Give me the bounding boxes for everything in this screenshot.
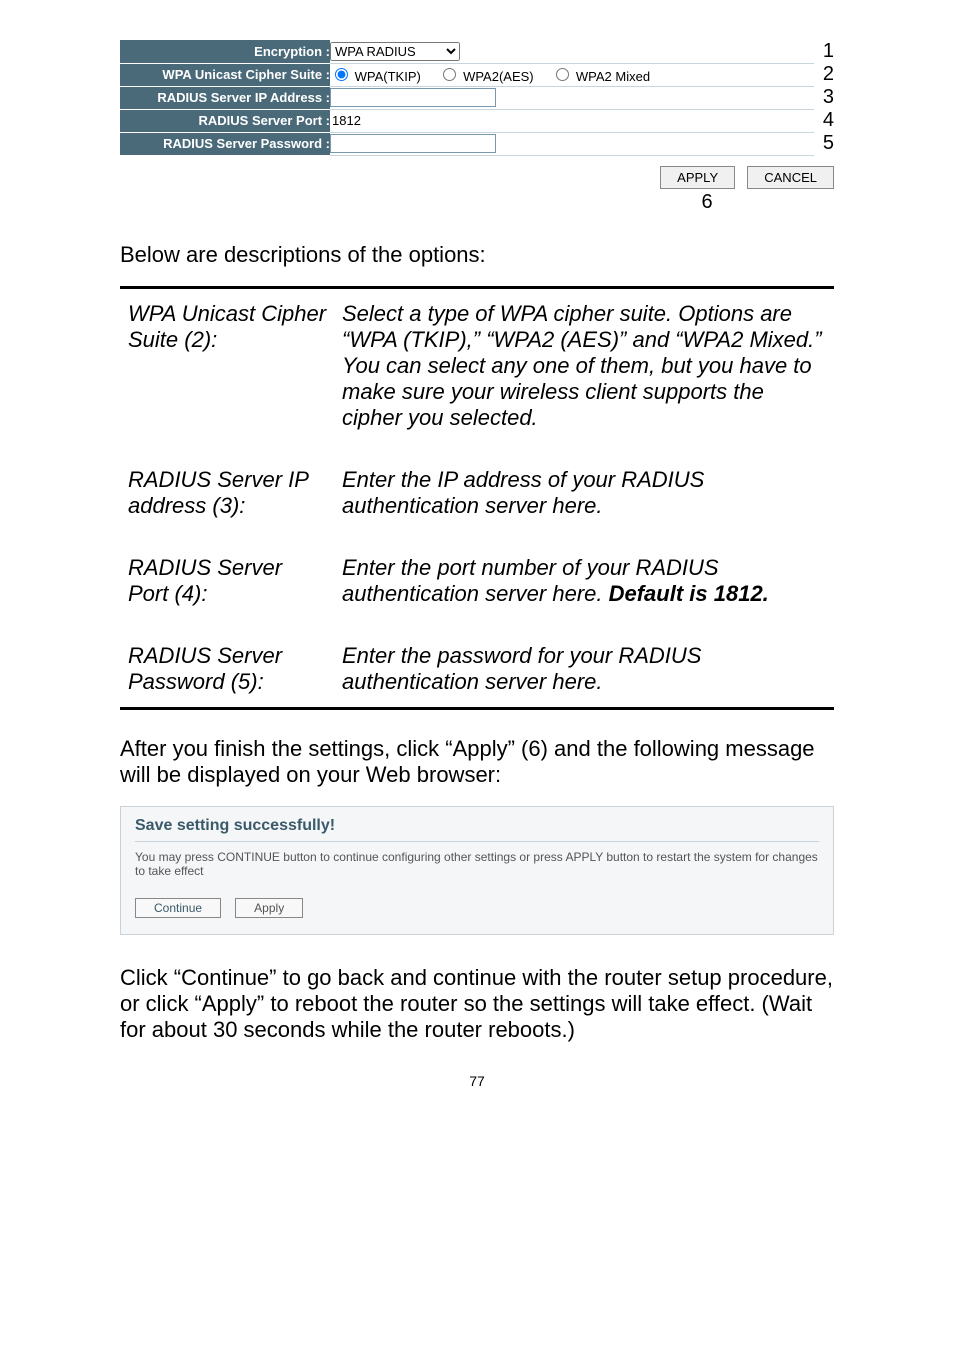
- def-term-password: RADIUS Server Password (5):: [122, 633, 334, 705]
- def-desc-password: Enter the password for your RADIUS authe…: [336, 633, 832, 705]
- cipher-tkip-input[interactable]: [335, 68, 348, 81]
- cipher-mixed-radio[interactable]: WPA2 Mixed: [551, 69, 650, 84]
- closing-text: Click “Continue” to go back and continue…: [120, 965, 834, 1043]
- cipher-label: WPA Unicast Cipher Suite :: [120, 63, 330, 86]
- cipher-mixed-input[interactable]: [556, 68, 569, 81]
- port-input[interactable]: [330, 112, 394, 129]
- save-title: Save setting successfully!: [135, 817, 819, 842]
- wpa-radius-form: Encryption : WPA RADIUS 1 WPA Unicast Ci…: [120, 40, 834, 156]
- password-label: RADIUS Server Password :: [120, 132, 330, 155]
- apply-reboot-button[interactable]: Apply: [235, 898, 303, 918]
- encryption-select[interactable]: WPA RADIUS: [330, 42, 460, 61]
- callout-4: 4: [814, 109, 834, 132]
- definitions-table: WPA Unicast Cipher Suite (2): Select a t…: [120, 286, 834, 710]
- cipher-aes-radio[interactable]: WPA2(AES): [438, 69, 533, 84]
- def-desc-cipher: Select a type of WPA cipher suite. Optio…: [336, 291, 832, 441]
- callout-6: 6: [580, 191, 834, 214]
- save-message: You may press CONTINUE button to continu…: [135, 850, 819, 878]
- callout-2: 2: [814, 63, 834, 86]
- cipher-tkip-radio[interactable]: WPA(TKIP): [330, 69, 421, 84]
- apply-button[interactable]: APPLY: [660, 166, 735, 189]
- def-term-port: RADIUS Server Port (4):: [122, 545, 334, 617]
- def-term-cipher: WPA Unicast Cipher Suite (2):: [122, 291, 334, 441]
- ip-input[interactable]: [330, 88, 496, 107]
- after-text: After you finish the settings, click “Ap…: [120, 736, 834, 788]
- cancel-button[interactable]: CANCEL: [747, 166, 834, 189]
- def-desc-ip: Enter the IP address of your RADIUS auth…: [336, 457, 832, 529]
- save-success-panel: Save setting successfully! You may press…: [120, 806, 834, 935]
- ip-label: RADIUS Server IP Address :: [120, 86, 330, 109]
- encryption-label: Encryption :: [120, 40, 330, 63]
- callout-5: 5: [814, 132, 834, 155]
- page-number: 77: [120, 1073, 834, 1089]
- callout-3: 3: [814, 86, 834, 109]
- port-label: RADIUS Server Port :: [120, 109, 330, 132]
- continue-button[interactable]: Continue: [135, 898, 221, 918]
- def-desc-port: Enter the port number of your RADIUS aut…: [336, 545, 832, 617]
- intro-text: Below are descriptions of the options:: [120, 242, 834, 268]
- callout-1: 1: [814, 40, 834, 63]
- cipher-aes-input[interactable]: [443, 68, 456, 81]
- def-term-ip: RADIUS Server IP address (3):: [122, 457, 334, 529]
- password-input[interactable]: [330, 134, 496, 153]
